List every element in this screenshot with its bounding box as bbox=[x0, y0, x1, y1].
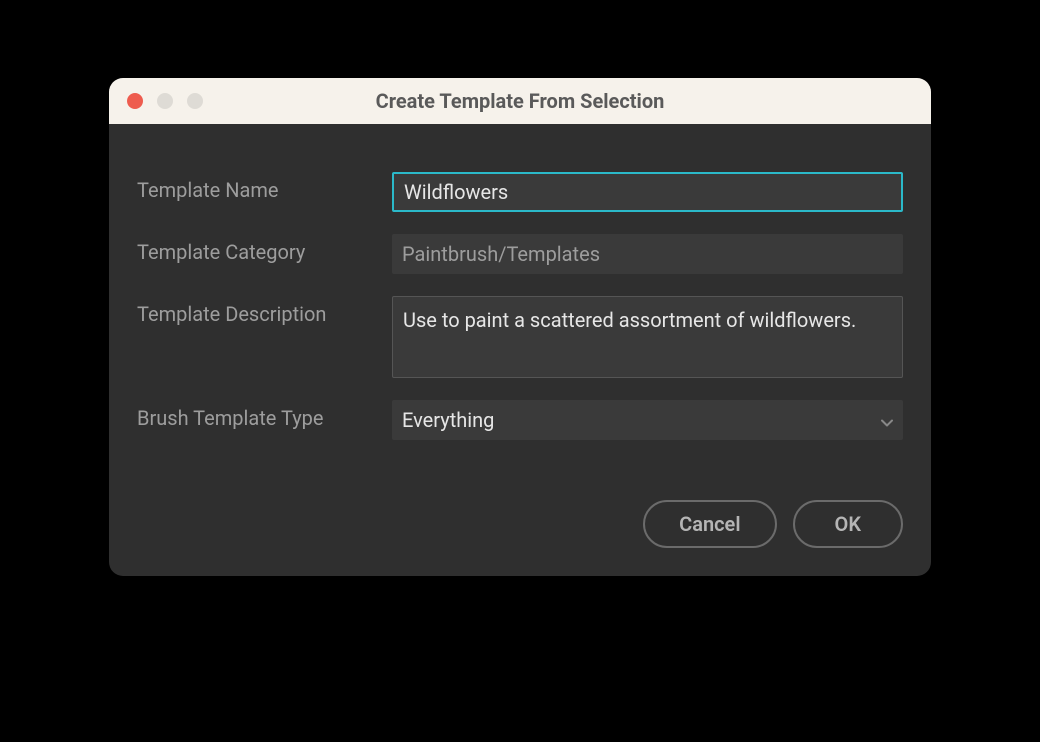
template-category-value: Paintbrush/Templates bbox=[392, 234, 903, 274]
brush-template-type-row: Brush Template Type Everything bbox=[137, 400, 903, 440]
brush-template-type-label: Brush Template Type bbox=[137, 400, 392, 430]
template-name-label: Template Name bbox=[137, 172, 392, 202]
template-description-label: Template Description bbox=[137, 296, 392, 326]
create-template-dialog: Create Template From Selection Template … bbox=[109, 78, 931, 576]
template-description-input[interactable] bbox=[392, 296, 903, 378]
window-controls bbox=[127, 93, 203, 109]
ok-button[interactable]: OK bbox=[793, 500, 903, 548]
template-description-row: Template Description bbox=[137, 296, 903, 378]
chevron-down-icon bbox=[881, 408, 893, 432]
template-name-row: Template Name bbox=[137, 172, 903, 212]
dialog-titlebar: Create Template From Selection bbox=[109, 78, 931, 124]
brush-template-type-value: Everything bbox=[402, 408, 494, 432]
brush-template-type-select[interactable]: Everything bbox=[392, 400, 903, 440]
template-name-input[interactable] bbox=[392, 172, 903, 212]
dialog-button-row: Cancel OK bbox=[137, 500, 903, 548]
template-category-row: Template Category Paintbrush/Templates bbox=[137, 234, 903, 274]
dialog-body: Template Name Template Category Paintbru… bbox=[109, 124, 931, 576]
cancel-button[interactable]: Cancel bbox=[643, 500, 776, 548]
template-category-label: Template Category bbox=[137, 234, 392, 264]
close-window-button[interactable] bbox=[127, 93, 143, 109]
minimize-window-button[interactable] bbox=[157, 93, 173, 109]
maximize-window-button[interactable] bbox=[187, 93, 203, 109]
dialog-title: Create Template From Selection bbox=[109, 89, 931, 113]
